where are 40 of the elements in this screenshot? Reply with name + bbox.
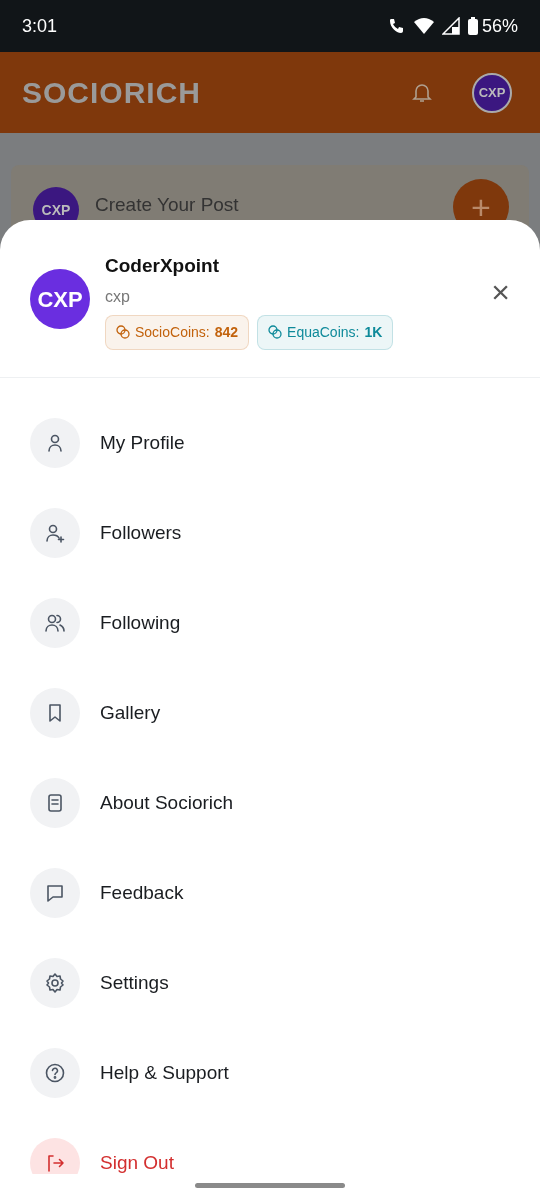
- coins-icon: [116, 325, 130, 339]
- menu-item[interactable]: Feedback: [100, 881, 184, 905]
- signal-icon: [441, 17, 460, 35]
- coin-balance: SocioCoins: 842: [105, 314, 250, 350]
- chat-icon: [44, 882, 66, 904]
- menu-icon-button[interactable]: [30, 508, 80, 558]
- menu-item[interactable]: Help & Support: [100, 1061, 229, 1085]
- menu-icon-button[interactable]: [30, 868, 80, 918]
- call-icon: [387, 17, 406, 35]
- menu-icon-button[interactable]: [30, 1048, 80, 1098]
- people-icon: [44, 612, 66, 634]
- menu-icon-button[interactable]: [30, 418, 80, 468]
- sign-out-button[interactable]: [30, 1138, 80, 1174]
- menu-item[interactable]: Gallery: [100, 701, 161, 725]
- settings-icon: [44, 972, 66, 994]
- menu-item[interactable]: Settings: [100, 971, 169, 995]
- menu-icon-button[interactable]: [30, 598, 80, 648]
- menu-item[interactable]: My Profile: [100, 431, 185, 455]
- wifi-icon: [413, 18, 434, 34]
- user-name: CoderXpoint: [105, 254, 220, 278]
- help-icon: [44, 1062, 66, 1084]
- menu-item[interactable]: Following: [100, 611, 181, 635]
- profile-avatar[interactable]: CXP: [472, 72, 512, 113]
- menu-icon-button[interactable]: [30, 958, 80, 1008]
- person-plus-icon: [44, 522, 66, 544]
- user-avatar: CXP: [30, 269, 90, 329]
- battery-icon: [467, 17, 478, 35]
- coins-icon: [268, 325, 283, 339]
- user-handle: cxp: [105, 286, 131, 307]
- close-button[interactable]: ×: [491, 274, 510, 310]
- menu-item[interactable]: Sign Out: [100, 1151, 174, 1174]
- menu-item[interactable]: Followers: [100, 521, 182, 545]
- battery-percent: 56%: [481, 14, 518, 38]
- menu-item[interactable]: About Sociorich: [100, 791, 234, 815]
- coin-balance: EquaCoins: 1K: [257, 314, 394, 350]
- menu-icon-button[interactable]: [30, 688, 80, 738]
- bell-icon[interactable]: [412, 81, 432, 104]
- app-logo: SOCIORICH: [22, 75, 201, 111]
- clock-time: 3:01: [22, 14, 58, 38]
- menu-icon-button[interactable]: [30, 778, 80, 828]
